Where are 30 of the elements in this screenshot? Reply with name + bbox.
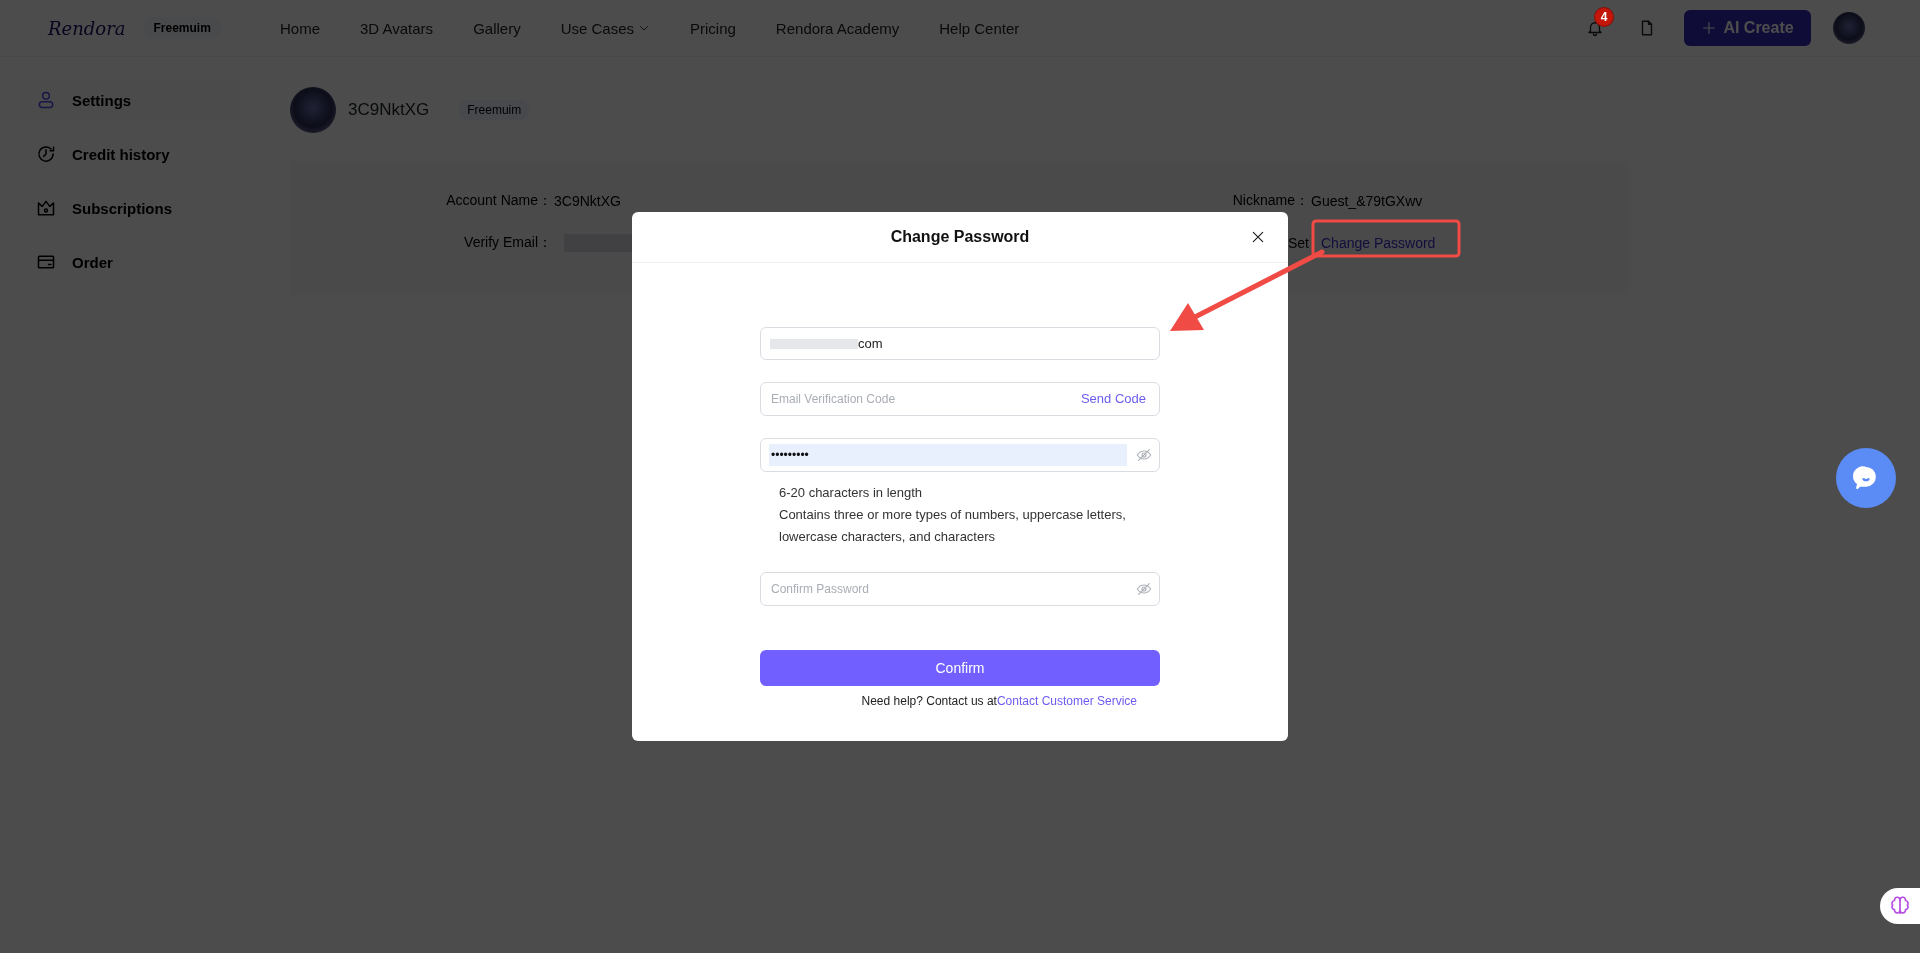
nav-link[interactable]: Rendora Academy: [775, 19, 900, 37]
confirm-button[interactable]: Confirm: [760, 650, 1160, 686]
nav-link[interactable]: Pricing: [690, 19, 736, 37]
password-field[interactable]: •••••••••: [760, 438, 1160, 472]
password-field[interactable]: Confirm Password: [760, 572, 1160, 606]
email-field[interactable]: com: [760, 327, 1160, 360]
username: 3C9NktXG: [348, 100, 430, 120]
change-password-link[interactable]: Change Password: [1321, 235, 1436, 251]
email-value: com: [858, 336, 883, 351]
field-label: Nickname：: [1232, 192, 1309, 208]
dialog-title: Change Password: [890, 228, 1030, 246]
field-value: Guest_&79tGXwv: [1311, 193, 1423, 209]
password-hint: 6-20 characters in length: [779, 484, 924, 502]
brain-icon: [1889, 895, 1911, 917]
eye-off-icon[interactable]: [1136, 581, 1152, 597]
close-icon[interactable]: [1250, 229, 1266, 245]
nav-link[interactable]: Help Center: [939, 19, 1020, 37]
field-label: Account Name：: [446, 192, 552, 208]
field-label: Verify Email：: [464, 234, 552, 250]
field-value: 3C9NktXG: [554, 193, 621, 209]
assistant-button[interactable]: [1880, 888, 1920, 924]
logo[interactable]: Rendora: [48, 17, 126, 39]
notification-count: 4: [1595, 8, 1613, 26]
password-hint: Contains three or more types of numbers, uppercase letters, lowercase characters, and characters: [779, 506, 1127, 546]
field-label: Set: [1288, 235, 1309, 251]
send-code-link[interactable]: Send Code: [1080, 391, 1146, 406]
eye-off-icon[interactable]: [1136, 447, 1152, 463]
contact-link[interactable]: Contact Customer Service: [996, 694, 1137, 708]
nav-link[interactable]: Gallery: [473, 19, 521, 37]
help-text: Need help? Contact us at: [861, 694, 997, 708]
